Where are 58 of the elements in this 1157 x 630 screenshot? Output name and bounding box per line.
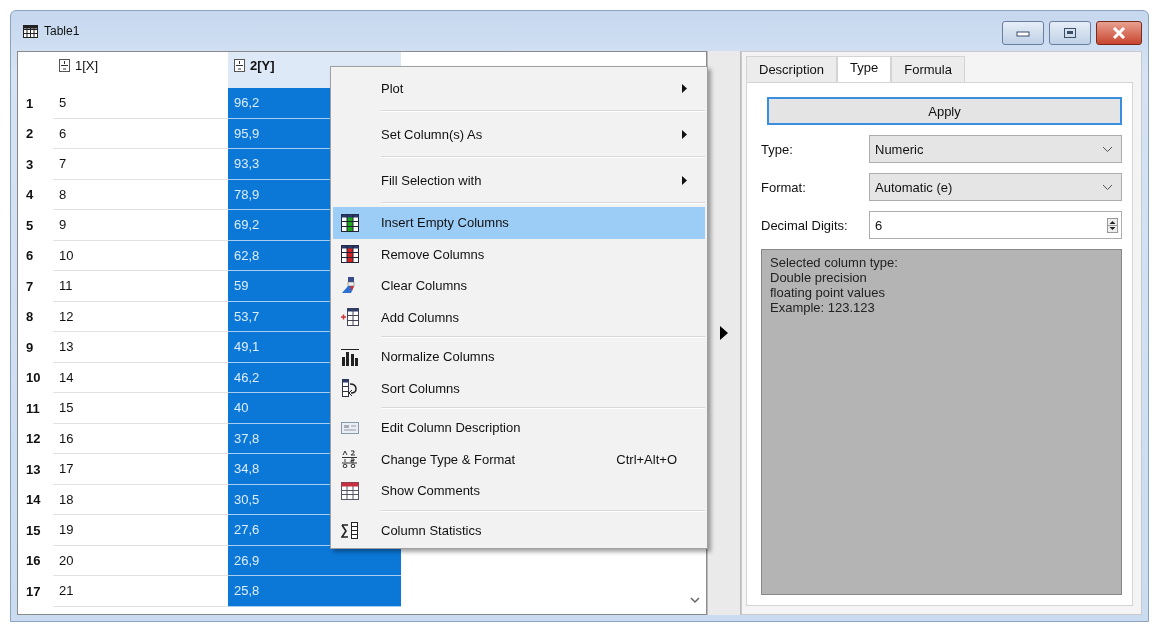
field-label: Type: — [761, 141, 794, 157]
table-insert-icon — [341, 213, 359, 232]
row-number: 5 — [25, 216, 35, 235]
apply-button[interactable]: Apply — [767, 97, 1122, 125]
tab[interactable]: Description — [746, 56, 838, 82]
info-text: Selected column type: Double precision floating point values Example: 123.123 — [761, 249, 1122, 595]
scroll-down-icon[interactable] — [690, 597, 700, 604]
row-number: 8 — [25, 308, 35, 327]
maximize-button[interactable] — [1049, 21, 1091, 45]
row-number: 1 — [25, 94, 35, 113]
format-dropdown[interactable]: Automatic (e) — [869, 173, 1122, 201]
statistics-icon — [341, 521, 359, 540]
normalize-chart-icon — [341, 347, 359, 366]
table-cell[interactable]: 26,9 — [228, 545, 401, 576]
submenu-arrow-icon — [682, 175, 687, 185]
decimal-digits-spinbox[interactable]: 6 — [869, 211, 1122, 239]
row-number: 6 — [25, 247, 35, 266]
tab[interactable]: Type — [837, 56, 892, 82]
submenu-arrow-icon — [682, 83, 687, 93]
row-number: 11 — [25, 399, 41, 418]
shortcut-text: Ctrl+Alt+O — [616, 451, 677, 467]
maximize-icon — [1064, 28, 1076, 38]
minimize-icon — [1016, 29, 1030, 37]
table-icon — [23, 24, 38, 38]
minimize-button[interactable] — [1002, 21, 1044, 45]
row-number: 16 — [25, 552, 42, 571]
row-number: 7 — [25, 277, 35, 296]
window-title: Table1 — [44, 24, 80, 38]
numeric-column-icon — [234, 59, 245, 72]
tab[interactable]: Formula — [891, 56, 965, 82]
add-table-icon — [341, 308, 359, 327]
field-label: Format: — [761, 179, 807, 195]
sort-icon — [341, 379, 359, 398]
row-number: 9 — [25, 338, 35, 357]
menu-item[interactable]: Insert Empty Columns — [333, 207, 705, 239]
row-number: 12 — [25, 430, 42, 449]
row-number: 10 — [25, 369, 42, 388]
row-number: 13 — [25, 460, 42, 479]
type-dropdown[interactable]: Numeric — [869, 135, 1122, 163]
row-number: 4 — [25, 186, 35, 205]
row-number: 14 — [25, 491, 42, 510]
table-cell[interactable]: 25,8 — [228, 576, 401, 607]
row-number: 15 — [25, 521, 42, 540]
submenu-arrow-icon — [682, 129, 687, 139]
chevron-down-icon — [1102, 183, 1113, 191]
spin-arrows-icon[interactable] — [1107, 217, 1118, 233]
field-label: Decimal Digits: — [761, 217, 849, 233]
chevron-down-icon — [1102, 145, 1113, 153]
type-format-icon — [341, 450, 359, 469]
comments-table-icon — [341, 481, 359, 500]
table-remove-icon — [341, 245, 359, 264]
expand-arrow-icon[interactable] — [720, 326, 728, 340]
row-number: 2 — [25, 125, 35, 144]
numeric-column-icon — [59, 59, 70, 72]
row-number: 17 — [25, 582, 42, 601]
row-number: 3 — [25, 155, 35, 174]
close-button[interactable] — [1096, 21, 1142, 45]
close-icon — [1112, 27, 1126, 39]
